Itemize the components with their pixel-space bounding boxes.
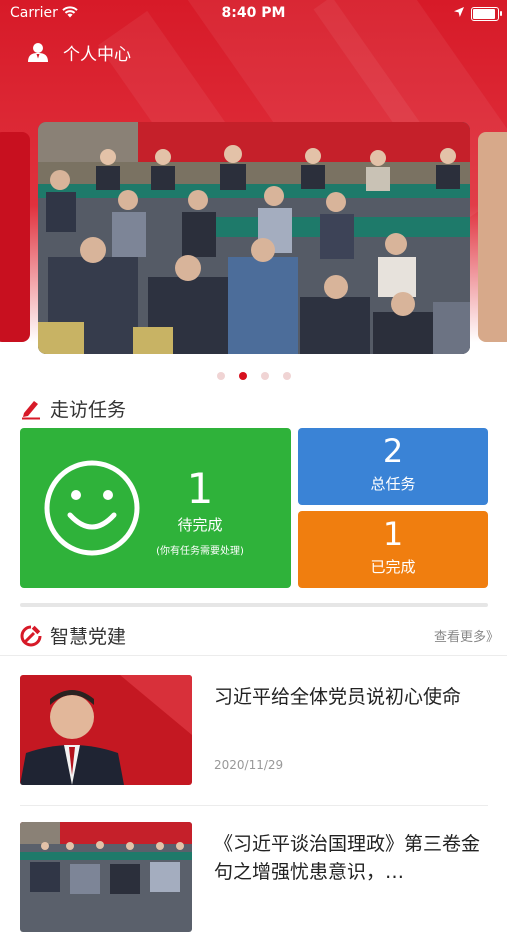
pending-note: (你有任务需要处理): [156, 546, 244, 557]
news-title: 习近平给全体党员说初心使命: [214, 686, 462, 708]
news-divider: [20, 805, 488, 806]
completed-tasks-card[interactable]: 1 已完成: [298, 511, 488, 588]
news-item[interactable]: 《习近平谈治国理政》第三卷金句之增强忧患意识，…: [20, 822, 488, 932]
total-count: 2: [382, 432, 404, 470]
carousel-dot[interactable]: [260, 372, 269, 380]
completed-count: 1: [382, 515, 404, 553]
pending-label: 待完成: [177, 516, 223, 534]
total-label: 总任务: [370, 475, 416, 493]
section-divider: [20, 603, 488, 607]
news-thumbnail: [20, 675, 192, 785]
status-time: 8:40 PM: [221, 5, 286, 21]
carousel-banner-image[interactable]: [38, 122, 470, 354]
carousel-indicator: [0, 365, 507, 384]
pending-tasks-card[interactable]: 1 待完成 (你有任务需要处理): [20, 428, 291, 588]
smiley-icon: [44, 460, 140, 556]
status-bar: Carrier 8:40 PM: [0, 0, 507, 28]
news-item[interactable]: 习近平给全体党员说初心使命 2020/11/29: [20, 675, 488, 785]
completed-label: 已完成: [370, 558, 416, 576]
meeting-photo: [38, 122, 470, 354]
carousel-dot[interactable]: [282, 372, 291, 380]
header-divider: [0, 655, 507, 656]
profile-center-label: 个人中心: [63, 44, 131, 65]
carousel-prev-slide[interactable]: [0, 132, 30, 342]
person-icon: [28, 43, 48, 62]
hammer-sickle-icon: [20, 625, 42, 646]
news-title: 《习近平谈治国理政》第三卷金句之增强忧患意识，…: [214, 833, 481, 883]
total-tasks-card[interactable]: 2 总任务: [298, 428, 488, 505]
visit-section-header: 走访任务: [20, 395, 126, 422]
carousel-dot[interactable]: [238, 372, 247, 380]
profile-center-button[interactable]: 个人中心: [27, 38, 131, 66]
carousel-next-slide[interactable]: [478, 132, 507, 342]
news-date: 2020/11/29: [214, 758, 284, 772]
party-section-header: 智慧党建: [20, 622, 126, 649]
news-thumbnail: [20, 822, 192, 932]
pending-count: 1: [186, 464, 214, 513]
visit-section-title: 走访任务: [50, 399, 127, 421]
pen-icon: [22, 400, 40, 419]
view-more-link[interactable]: 查看更多》: [434, 626, 499, 645]
carousel-dot[interactable]: [216, 372, 225, 380]
party-section-title: 智慧党建: [50, 626, 127, 648]
location-arrow-icon: [454, 7, 464, 17]
battery-icon: [471, 7, 502, 21]
